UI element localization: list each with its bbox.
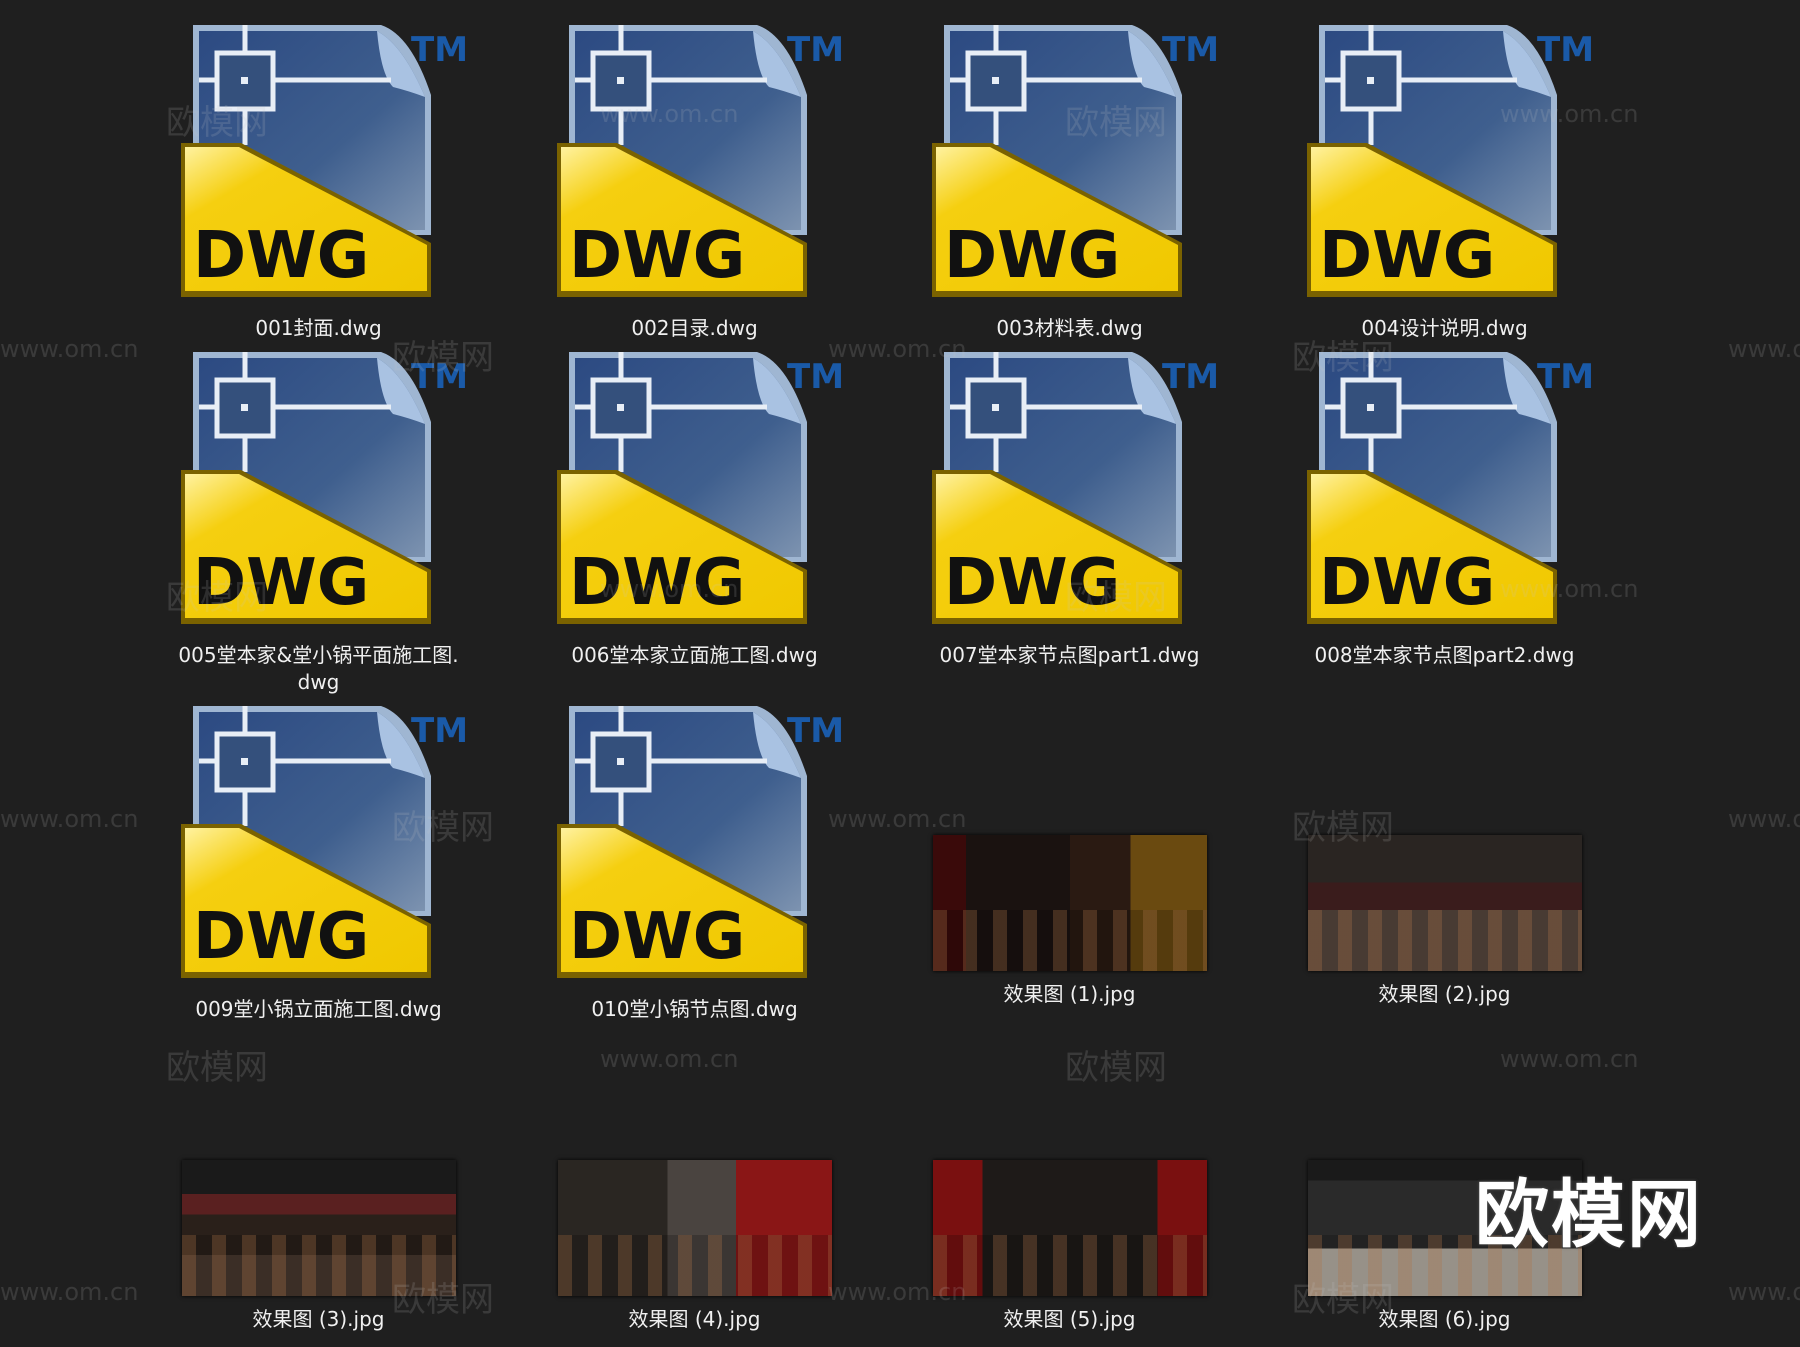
tm-mark: TM (1162, 30, 1220, 70)
image-thumbnail (558, 1160, 832, 1296)
file-name-label: 007堂本家节点图part1.dwg (882, 642, 1257, 669)
image-thumbnail (933, 835, 1207, 971)
tm-mark: TM (1537, 30, 1595, 70)
file-name: 005堂本家&堂小锅平面施工图. (178, 643, 459, 667)
file-name: 效果图 (5).jpg (1003, 1307, 1136, 1331)
file-name: 010堂小锅节点图.dwg (591, 997, 798, 1021)
tm-mark: TM (411, 711, 469, 751)
file-name-label: 003材料表.dwg (882, 315, 1257, 342)
file-name-label: 效果图 (1).jpg (882, 981, 1257, 1008)
watermark: www.om.cn (1728, 335, 1800, 363)
file-name: 效果图 (6).jpg (1378, 1307, 1511, 1331)
file-name: 004设计说明.dwg (1361, 316, 1528, 340)
file-name-label: 效果图 (5).jpg (882, 1306, 1257, 1333)
file-name-label: 009堂小锅立面施工图.dwg (131, 996, 506, 1023)
dwg-text: DWG (1319, 546, 1495, 620)
watermark: www.om.cn (1728, 805, 1800, 833)
file-name-wrap: dwg (297, 670, 340, 694)
file-name-label: 010堂小锅节点图.dwg (507, 996, 882, 1023)
dwg-text: DWG (569, 546, 745, 620)
tm-mark: TM (1537, 357, 1595, 397)
brand-watermark: 欧模网 (1475, 1172, 1703, 1258)
file-name: 效果图 (3).jpg (252, 1307, 385, 1331)
image-thumbnail (1308, 835, 1582, 971)
watermark: www.om.cn (0, 805, 139, 833)
dwg-text: DWG (944, 219, 1120, 293)
file-name-label: 002目录.dwg (507, 315, 882, 342)
file-name-label: 001封面.dwg (131, 315, 506, 342)
file-name: 002目录.dwg (631, 316, 758, 340)
file-name-label: 效果图 (2).jpg (1257, 981, 1632, 1008)
dwg-text: DWG (193, 900, 369, 974)
file-name: 效果图 (2).jpg (1378, 982, 1511, 1006)
file-name: 效果图 (1).jpg (1003, 982, 1136, 1006)
file-name-label: 效果图 (3).jpg (131, 1306, 506, 1333)
dwg-text: DWG (569, 219, 745, 293)
dwg-text: DWG (193, 546, 369, 620)
tm-mark: TM (787, 711, 845, 751)
file-name-label: 006堂本家立面施工图.dwg (507, 642, 882, 669)
tm-mark: TM (787, 357, 845, 397)
file-name: 009堂小锅立面施工图.dwg (195, 997, 442, 1021)
tm-mark: TM (1162, 357, 1220, 397)
watermark: www.om.cn (0, 335, 139, 363)
dwg-text: DWG (1319, 219, 1495, 293)
file-name: 001封面.dwg (255, 316, 382, 340)
image-thumbnail (933, 1160, 1207, 1296)
watermark: www.om.cn (1728, 1278, 1800, 1306)
file-name-label: 效果图 (4).jpg (507, 1306, 882, 1333)
dwg-text: DWG (944, 546, 1120, 620)
file-name: 007堂本家节点图part1.dwg (939, 643, 1200, 667)
file-name: 008堂本家节点图part2.dwg (1314, 643, 1575, 667)
image-thumbnail (182, 1160, 456, 1296)
tm-mark: TM (411, 30, 469, 70)
file-name: 003材料表.dwg (996, 316, 1143, 340)
file-name: 效果图 (4).jpg (628, 1307, 761, 1331)
tm-mark: TM (411, 357, 469, 397)
file-name-label: 008堂本家节点图part2.dwg (1257, 642, 1632, 669)
watermark: www.om.cn (600, 1045, 739, 1073)
file-name-label: 005堂本家&堂小锅平面施工图. dwg (131, 642, 506, 696)
watermark: www.om.cn (1500, 1045, 1639, 1073)
watermark: www.om.cn (828, 805, 967, 833)
file-name: 006堂本家立面施工图.dwg (571, 643, 818, 667)
dwg-text: DWG (569, 900, 745, 974)
tm-mark: TM (787, 30, 845, 70)
watermark: www.om.cn (0, 1278, 139, 1306)
dwg-text: DWG (193, 219, 369, 293)
watermark: 欧模网 (1065, 1048, 1167, 1088)
file-name-label: 效果图 (6).jpg (1257, 1306, 1632, 1333)
watermark: 欧模网 (166, 1048, 268, 1088)
file-name-label: 004设计说明.dwg (1257, 315, 1632, 342)
